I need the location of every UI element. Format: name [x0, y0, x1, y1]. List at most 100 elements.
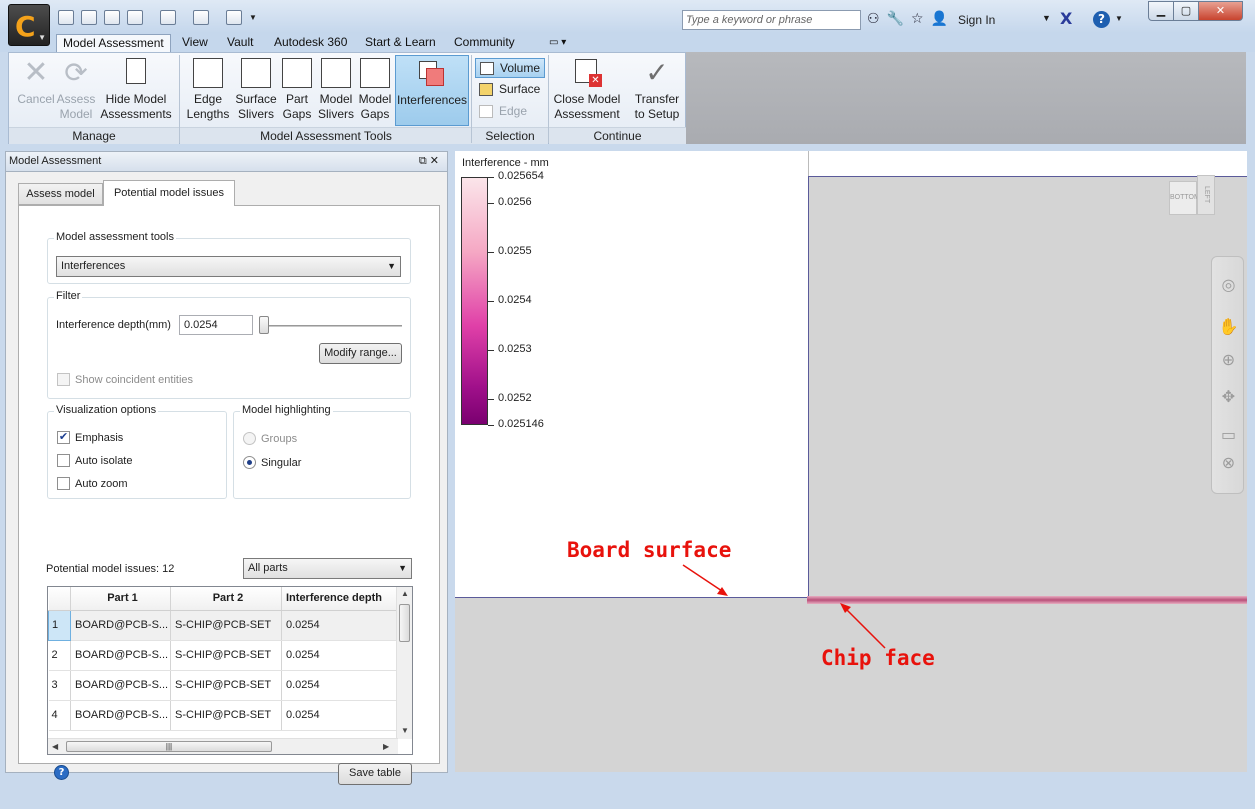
scroll-up-icon[interactable]: ▲: [401, 589, 409, 598]
help-chevron-down-icon[interactable]: ▼: [1115, 14, 1123, 23]
panel-float-close-icons[interactable]: ⧉ ✕: [419, 152, 439, 171]
ribbon-options-icon[interactable]: ▭ ▾: [549, 34, 566, 52]
scroll-left-icon[interactable]: ◀: [52, 742, 58, 751]
tab-potential-model-issues[interactable]: Potential model issues: [103, 180, 235, 206]
row-number[interactable]: 2: [48, 640, 71, 671]
column-header-part-1[interactable]: Part 1: [70, 587, 171, 611]
cell-part-2[interactable]: S-CHIP@PCB-SET: [170, 610, 282, 641]
maximize-button[interactable]: ▢: [1173, 1, 1199, 21]
pan-hand-icon[interactable]: ✋: [1218, 317, 1239, 338]
steering-wheel-icon[interactable]: ◎: [1218, 275, 1239, 296]
orbit-icon[interactable]: ✥: [1218, 387, 1239, 408]
table-row[interactable]: 3 BOARD@PCB-S... S-CHIP@PCB-SET 0.0254: [48, 670, 410, 701]
table-row[interactable]: 1 BOARD@PCB-S... S-CHIP@PCB-SET 0.0254: [48, 609, 410, 641]
surface-slivers-button[interactable]: Surface Slivers: [233, 55, 279, 125]
cell-depth[interactable]: 0.0254: [281, 670, 410, 701]
close-model-assessment-button[interactable]: ✕ Close Model Assessment: [551, 55, 623, 125]
binoculars-icon[interactable]: ⚇: [867, 10, 880, 27]
help-icon[interactable]: ?: [1093, 11, 1110, 28]
edge-lengths-button[interactable]: Edge Lengths: [184, 55, 232, 125]
settings-icon[interactable]: [226, 10, 242, 25]
hide-model-assessments-button[interactable]: Hide Model Assessments: [99, 55, 173, 125]
cell-depth[interactable]: 0.0254: [281, 610, 410, 641]
full-navigation-icon[interactable]: ⊗: [1218, 453, 1239, 474]
tab-community[interactable]: Community: [454, 34, 515, 52]
tab-view[interactable]: View: [182, 34, 208, 52]
viewcube[interactable]: BOTTOM LEFT: [1169, 175, 1221, 217]
row-number[interactable]: 1: [48, 609, 71, 641]
selection-edge[interactable]: Edge: [475, 102, 545, 122]
auto-isolate-checkbox[interactable]: [57, 454, 70, 467]
tab-autodesk-360[interactable]: Autodesk 360: [274, 34, 347, 52]
groups-radio[interactable]: [243, 432, 256, 445]
save-as-icon[interactable]: [127, 10, 143, 25]
selection-volume[interactable]: Volume: [475, 58, 545, 78]
close-window-button[interactable]: ✕: [1198, 1, 1243, 21]
look-at-icon[interactable]: ▭: [1218, 425, 1239, 446]
viewcube-face-left[interactable]: LEFT: [1197, 175, 1215, 215]
user-icon[interactable]: 👤: [931, 10, 948, 27]
cell-part-1[interactable]: BOARD@PCB-S...: [70, 610, 171, 641]
selection-surface[interactable]: Surface: [475, 80, 545, 100]
table-horizontal-scrollbar[interactable]: ◀ ||| ▶: [48, 738, 398, 754]
return-icon[interactable]: [160, 10, 176, 25]
scroll-right-icon[interactable]: ▶: [383, 742, 389, 751]
scroll-down-icon[interactable]: ▼: [401, 726, 409, 735]
exchange-apps-icon[interactable]: X: [1060, 9, 1072, 28]
model-gaps-button[interactable]: Model Gaps: [356, 55, 394, 125]
zoom-icon[interactable]: ⊕: [1218, 350, 1239, 371]
cell-part-2[interactable]: S-CHIP@PCB-SET: [170, 670, 282, 701]
cell-part-1[interactable]: BOARD@PCB-S...: [70, 640, 171, 671]
transfer-to-setup-button[interactable]: ✓ Transfer to Setup: [630, 55, 684, 125]
cell-depth[interactable]: 0.0254: [281, 640, 410, 671]
tab-assess-model[interactable]: Assess model: [18, 183, 103, 205]
table-row[interactable]: 2 BOARD@PCB-S... S-CHIP@PCB-SET 0.0254: [48, 640, 410, 671]
horizontal-scroll-thumb[interactable]: |||: [66, 741, 272, 752]
parts-filter-select[interactable]: All parts ▼: [243, 558, 412, 579]
sign-in-link[interactable]: Sign In: [958, 13, 995, 27]
auto-zoom-checkbox[interactable]: [57, 477, 70, 490]
search-input[interactable]: Type a keyword or phrase: [682, 10, 861, 30]
save-icon[interactable]: [104, 10, 120, 25]
cell-part-1[interactable]: BOARD@PCB-S...: [70, 700, 171, 731]
cell-part-2[interactable]: S-CHIP@PCB-SET: [170, 700, 282, 731]
star-icon[interactable]: ☆: [911, 10, 924, 27]
row-number[interactable]: 3: [48, 670, 71, 701]
sign-in-chevron-down-icon[interactable]: ▼: [1042, 13, 1051, 23]
table-vertical-scrollbar[interactable]: ▲ ▼: [396, 587, 412, 739]
show-coincident-checkbox[interactable]: [57, 373, 70, 386]
assess-model-button[interactable]: ⟳ Assess Model: [55, 55, 97, 125]
assessment-tool-select[interactable]: Interferences ▼: [56, 256, 401, 277]
application-menu-button[interactable]: C ▼: [8, 4, 50, 46]
modify-range-button[interactable]: Modify range...: [319, 343, 402, 364]
minimize-button[interactable]: ▁: [1148, 1, 1174, 21]
tab-start-learn[interactable]: Start & Learn: [365, 34, 436, 52]
appearance-icon[interactable]: [193, 10, 209, 25]
column-header-part-2[interactable]: Part 2: [170, 587, 282, 611]
row-number[interactable]: 4: [48, 700, 71, 731]
model-slivers-button[interactable]: Model Slivers: [316, 55, 356, 125]
column-header-interference-depth[interactable]: Interference depth: [281, 587, 410, 611]
new-icon[interactable]: [58, 10, 74, 25]
cell-part-1[interactable]: BOARD@PCB-S...: [70, 670, 171, 701]
qat-chevron-down-icon[interactable]: ▼: [249, 10, 257, 28]
graphics-viewport[interactable]: Interference - mm 0.025654 0.0256 0.0255 0.…: [455, 151, 1247, 772]
tab-model-assessment[interactable]: Model Assessment: [56, 34, 171, 52]
part-gaps-button[interactable]: Part Gaps: [279, 55, 315, 125]
panel-help-icon[interactable]: ?: [54, 765, 69, 780]
cell-part-2[interactable]: S-CHIP@PCB-SET: [170, 640, 282, 671]
table-row[interactable]: 4 BOARD@PCB-S... S-CHIP@PCB-SET 0.0254: [48, 700, 410, 731]
interferences-button[interactable]: Interferences: [395, 55, 469, 126]
wrench-icon[interactable]: 🔧: [887, 10, 904, 27]
interference-depth-input[interactable]: 0.0254: [179, 315, 253, 335]
vertical-scroll-thumb[interactable]: [399, 604, 410, 642]
viewcube-face-bottom[interactable]: BOTTOM: [1169, 181, 1200, 215]
depth-slider-thumb[interactable]: [259, 316, 269, 334]
open-icon[interactable]: [81, 10, 97, 25]
emphasis-checkbox[interactable]: ✔: [57, 431, 70, 444]
cancel-button[interactable]: ✕ Cancel: [13, 55, 59, 125]
tab-vault[interactable]: Vault: [227, 34, 253, 52]
save-table-button[interactable]: Save table: [338, 763, 412, 785]
singular-radio[interactable]: [243, 456, 256, 469]
cell-depth[interactable]: 0.0254: [281, 700, 410, 731]
